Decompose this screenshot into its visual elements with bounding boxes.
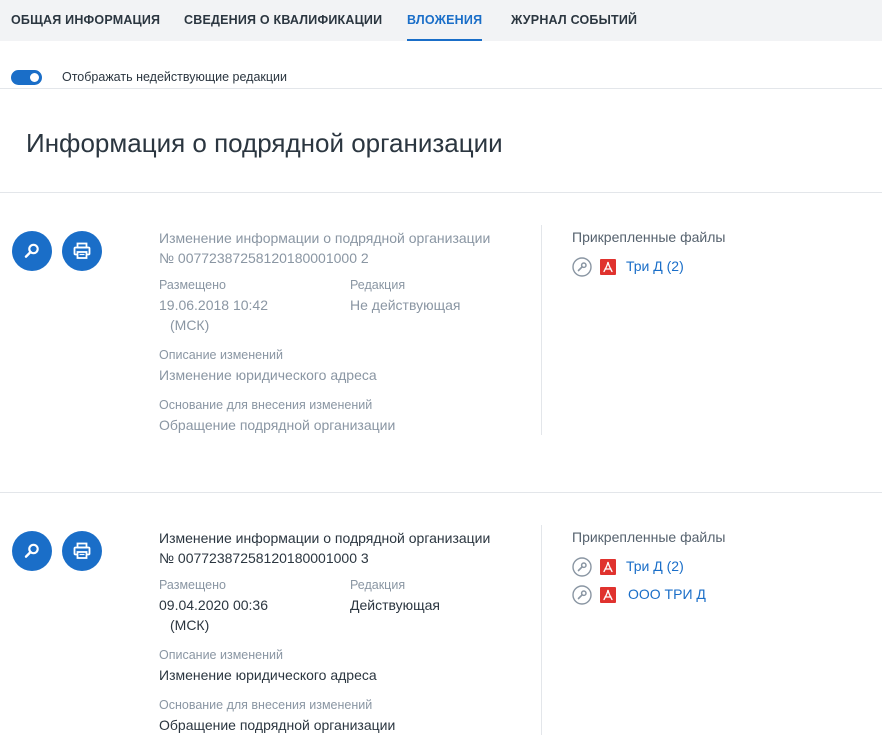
column-divider xyxy=(541,225,542,435)
basis-value: Обращение подрядной организации xyxy=(159,717,396,733)
basis-label: Основание для внесения изменений xyxy=(159,398,373,412)
changes-desc-value: Изменение юридического адреса xyxy=(159,367,377,383)
edition-status: Не действующая xyxy=(350,297,461,313)
placed-label: Размещено xyxy=(159,578,226,592)
inactive-editions-toggle-row: Отображать недействующие редакции xyxy=(0,66,882,88)
pdf-icon xyxy=(600,559,616,575)
changes-desc-label: Описание изменений xyxy=(159,648,283,662)
divider xyxy=(0,88,882,89)
toggle-knob xyxy=(30,73,39,82)
tab-attachments[interactable]: ВЛОЖЕНИЯ xyxy=(407,0,483,41)
placed-timezone: (МСК) xyxy=(170,317,210,333)
placed-label: Размещено xyxy=(159,278,226,292)
file-link[interactable]: Три Д (2) xyxy=(626,258,684,274)
key-icon[interactable] xyxy=(572,585,592,605)
printer-icon xyxy=(73,242,91,259)
placed-timezone: (МСК) xyxy=(170,617,210,633)
inactive-editions-toggle[interactable] xyxy=(11,70,42,85)
changes-desc-value: Изменение юридического адреса xyxy=(159,667,377,683)
edition-record: Изменение информации о подрядной организ… xyxy=(0,193,882,435)
edition-label: Редакция xyxy=(350,278,406,292)
page-title: Информация о подрядной организации xyxy=(26,128,503,158)
record-number: № 00772387258120180001000 2 xyxy=(159,250,369,266)
magnifier-icon xyxy=(24,243,39,258)
magnifier-icon xyxy=(24,543,39,558)
tab-general-info[interactable]: ОБЩАЯ ИНФОРМАЦИЯ xyxy=(11,0,160,41)
view-signature-button[interactable] xyxy=(12,531,52,571)
print-button[interactable] xyxy=(62,231,102,271)
tab-event-log[interactable]: ЖУРНАЛ СОБЫТИЙ xyxy=(511,0,637,41)
tab-bar: ОБЩАЯ ИНФОРМАЦИЯ СВЕДЕНИЯ О КВАЛИФИКАЦИИ… xyxy=(0,0,882,41)
column-divider xyxy=(541,525,542,735)
print-button[interactable] xyxy=(62,531,102,571)
basis-label: Основание для внесения изменений xyxy=(159,698,373,712)
edition-record: Изменение информации о подрядной организ… xyxy=(0,493,882,735)
edition-label: Редакция xyxy=(350,578,406,592)
tab-qualification[interactable]: СВЕДЕНИЯ О КВАЛИФИКАЦИИ xyxy=(184,0,382,41)
edition-status: Действующая xyxy=(350,597,441,613)
pdf-icon xyxy=(600,587,616,603)
basis-value: Обращение подрядной организации xyxy=(159,417,396,433)
record-title-line: Изменение информации о подрядной организ… xyxy=(159,230,491,246)
inactive-editions-toggle-label: Отображать недействующие редакции xyxy=(62,70,288,84)
record-title-line: Изменение информации о подрядной организ… xyxy=(159,530,491,546)
attached-files-label: Прикрепленные файлы xyxy=(572,529,726,545)
placed-date: 09.04.2020 00:36 xyxy=(159,597,268,613)
record-title: Изменение информации о подрядной организ… xyxy=(159,228,490,268)
file-link[interactable]: ООО ТРИ Д xyxy=(628,586,706,602)
file-link[interactable]: Три Д (2) xyxy=(626,558,684,574)
placed-date: 19.06.2018 10:42 xyxy=(159,297,268,313)
pdf-icon xyxy=(600,259,616,275)
key-icon[interactable] xyxy=(572,557,592,577)
key-icon[interactable] xyxy=(572,257,592,277)
view-signature-button[interactable] xyxy=(12,231,52,271)
attached-files-label: Прикрепленные файлы xyxy=(572,229,726,245)
record-title: Изменение информации о подрядной организ… xyxy=(159,528,490,568)
record-number: № 00772387258120180001000 3 xyxy=(159,550,369,566)
printer-icon xyxy=(73,542,91,559)
changes-desc-label: Описание изменений xyxy=(159,348,283,362)
